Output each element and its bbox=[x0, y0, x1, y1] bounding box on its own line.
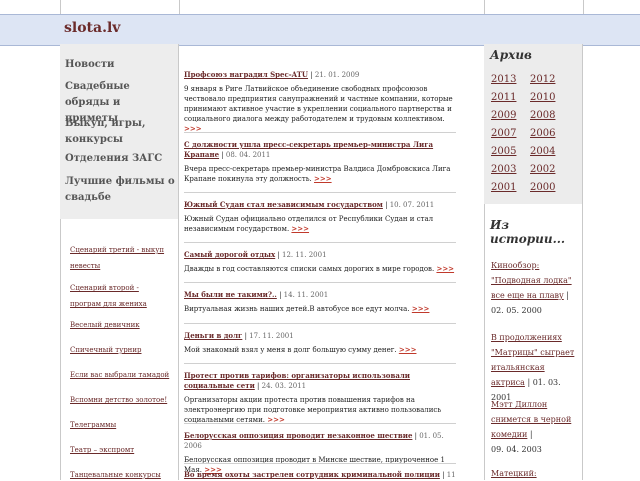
top-strip-left-cell bbox=[60, 0, 180, 14]
archive-year-link[interactable]: 2009 bbox=[491, 110, 516, 121]
history-link[interactable]: Матецкий: bbox=[491, 469, 537, 478]
news-date: 24. 03. 2011 bbox=[261, 382, 307, 390]
news-item: Во время охоты застрелен сотрудник крими… bbox=[184, 470, 456, 480]
divider bbox=[184, 323, 456, 324]
news-date: 12. 11. 2001 bbox=[282, 251, 327, 259]
news-item: Белорусская оппозиция проводит незаконно… bbox=[184, 431, 456, 475]
archive-year-link[interactable]: 2003 bbox=[491, 164, 516, 175]
archive-year-link[interactable]: 2000 bbox=[530, 182, 555, 193]
scenario-link[interactable]: Сценарий третий - выкуп невесты bbox=[70, 242, 170, 274]
history-item: Мэтт Диллон снимется в черной комедии | … bbox=[491, 397, 581, 457]
archive-year-link[interactable]: 2006 bbox=[530, 128, 555, 139]
history-link[interactable]: Кинообзор: "Подводная лодка" все еще на … bbox=[491, 261, 572, 300]
news-date: 21. 01. 2009 bbox=[314, 71, 360, 79]
news-title-link[interactable]: Во время охоты застрелен сотрудник крими… bbox=[184, 470, 440, 479]
news-date: 10. 07. 2011 bbox=[389, 201, 435, 209]
divider bbox=[184, 242, 456, 243]
scenario-link[interactable]: Театр – экспромт bbox=[70, 446, 134, 454]
archive-year-link[interactable]: 2013 bbox=[491, 74, 516, 85]
archive-year-link[interactable]: 2010 bbox=[530, 92, 555, 103]
history-item: В продолжениях "Матрицы" сыграет итальян… bbox=[491, 333, 575, 402]
divider bbox=[184, 132, 456, 133]
news-item: С должности ушла пресс-секретарь премьер… bbox=[184, 140, 456, 184]
news-date: 11. 10. 2010 bbox=[446, 471, 456, 479]
scenario-link[interactable]: Веселый девичник bbox=[70, 321, 140, 329]
archive-year-link[interactable]: 2008 bbox=[530, 110, 555, 121]
divider bbox=[184, 363, 456, 364]
news-item: Мы были не такими?.. | 14. 11. 2001 Вирт… bbox=[184, 290, 456, 314]
scenario-link[interactable]: Танцевальные конкурсы bbox=[70, 471, 161, 479]
divider bbox=[582, 44, 583, 480]
menu-item-wedding-films[interactable]: Лучшие фильмы о свадьбе bbox=[65, 174, 175, 206]
archive-year-link[interactable]: 2005 bbox=[491, 146, 516, 157]
news-title-link[interactable]: Южный Судан стал независимым государство… bbox=[184, 200, 383, 209]
archive-year-link[interactable]: 2012 bbox=[530, 74, 555, 85]
menu-item-news[interactable]: Новости bbox=[65, 57, 175, 73]
left-menu: Новости Свадебные обряды и приметы Выкуп… bbox=[60, 44, 178, 219]
news-title-link[interactable]: Профсоюз наградил Spec-ATU bbox=[184, 70, 308, 79]
archive-box: Архив 2013 2012 2011 2010 2009 2008 2007… bbox=[484, 44, 582, 204]
news-summary: Мой знакомый взял у меня в долг большую … bbox=[184, 345, 417, 354]
divider bbox=[184, 423, 456, 424]
news-summary: Вчера пресс-секретарь премьер-министра В… bbox=[184, 165, 451, 183]
top-strip bbox=[0, 0, 640, 15]
news-summary: Южный Судан официально отделился от Респ… bbox=[184, 215, 434, 233]
history-title: Из истории... bbox=[490, 218, 566, 246]
archive-year-link[interactable]: 2007 bbox=[491, 128, 516, 139]
news-item: Самый дорогой отдых | 12. 11. 2001 Дважд… bbox=[184, 250, 455, 273]
divider bbox=[184, 282, 456, 283]
divider bbox=[178, 44, 179, 480]
divider bbox=[184, 463, 456, 464]
news-date: 14. 11. 2001 bbox=[283, 291, 329, 299]
news-title-link[interactable]: Самый дорогой отдых bbox=[184, 250, 275, 259]
archive-year-link[interactable]: 2011 bbox=[491, 92, 516, 103]
history-date: 09. 04. 2003 bbox=[491, 445, 542, 454]
archive-title: Архив bbox=[490, 48, 532, 62]
news-summary: Виртуальная жизнь наших детей.В автобусе… bbox=[184, 304, 430, 313]
history-item: Матецкий: bbox=[491, 466, 581, 481]
read-more-link[interactable]: >>> bbox=[399, 345, 417, 354]
menu-item-registry-offices[interactable]: Отделения ЗАГС bbox=[65, 151, 175, 167]
scenario-link[interactable]: Если вас выбрали тамадой bbox=[70, 371, 169, 379]
history-link[interactable]: Мэтт Диллон снимется в черной комедии bbox=[491, 400, 571, 439]
news-summary: Дважды в год составляются списки самых д… bbox=[184, 264, 455, 273]
read-more-link[interactable]: >>> bbox=[412, 304, 430, 313]
top-strip-right-cell bbox=[484, 0, 584, 14]
news-date: 08. 04. 2011 bbox=[225, 151, 271, 159]
scenario-link[interactable]: Сценарий второй - програм для жениха bbox=[70, 280, 170, 312]
news-title-link[interactable]: Белорусская оппозиция проводит незаконно… bbox=[184, 431, 412, 440]
divider bbox=[184, 192, 456, 193]
news-title-link[interactable]: С должности ушла пресс-секретарь премьер… bbox=[184, 140, 433, 159]
archive-year-link[interactable]: 2001 bbox=[491, 182, 516, 193]
read-more-link[interactable]: >>> bbox=[291, 224, 309, 233]
news-title-link[interactable]: Деньги в долг bbox=[184, 331, 242, 340]
read-more-link[interactable]: >>> bbox=[314, 174, 332, 183]
news-date: 17. 11. 2001 bbox=[249, 332, 294, 340]
archive-year-link[interactable]: 2002 bbox=[530, 164, 555, 175]
news-item: Южный Судан стал независимым государство… bbox=[184, 200, 456, 234]
site-logo[interactable]: slota.lv bbox=[64, 20, 120, 36]
history-date: 02. 05. 2000 bbox=[491, 306, 542, 315]
scenario-link[interactable]: Спичечный турнир bbox=[70, 346, 142, 354]
news-title-link[interactable]: Мы были не такими?.. bbox=[184, 290, 277, 299]
scenario-link[interactable]: Телеграммы bbox=[70, 421, 116, 429]
news-item: Профсоюз наградил Spec-ATU | 21. 01. 200… bbox=[184, 70, 456, 134]
menu-item-ransom-games[interactable]: Выкуп, игры, конкурсы bbox=[65, 116, 175, 148]
history-item: Кинообзор: "Подводная лодка" все еще на … bbox=[491, 258, 581, 318]
news-item: Деньги в долг | 17. 11. 2001 Мой знакомы… bbox=[184, 331, 456, 355]
news-summary: Организаторы акции протеста против повыш… bbox=[184, 396, 442, 424]
read-more-link[interactable]: >>> bbox=[436, 264, 454, 273]
archive-year-link[interactable]: 2004 bbox=[530, 146, 555, 157]
scenario-link[interactable]: Вспомни детство золотое! bbox=[70, 396, 167, 404]
news-summary: 9 января в Риге Латвийское объединение с… bbox=[184, 85, 453, 133]
news-item: Протест против тарифов: организаторы исп… bbox=[184, 371, 456, 425]
